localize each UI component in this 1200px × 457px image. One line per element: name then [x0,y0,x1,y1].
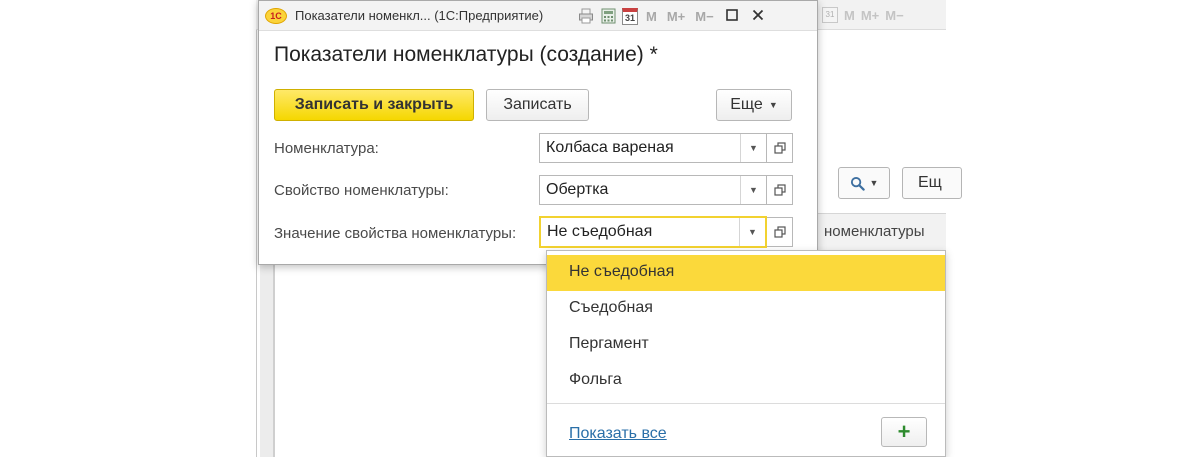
maximize-button[interactable] [719,8,745,25]
open-window-icon [773,142,786,154]
dropdown-item-parchment[interactable]: Пергамент [547,327,945,363]
more-button-label: Еще [730,96,763,113]
chevron-down-icon: ▼ [869,178,879,188]
calendar-icon[interactable]: 31 [619,6,641,26]
more-button[interactable]: Еще ▼ [716,89,792,121]
memory-m-button[interactable]: M [646,9,657,24]
plus-icon: + [897,419,911,444]
chevron-down-icon: ▼ [749,143,758,153]
background-more-button[interactable]: Ещ [902,167,962,199]
search-icon [850,176,865,191]
nomenclature-open-button[interactable] [767,133,793,163]
memory-mplus-label[interactable]: M+ [861,8,879,23]
property-field[interactable]: Обертка ▼ [539,175,767,205]
background-left-strip [260,265,274,457]
dropdown-item-foil[interactable]: Фольга [547,363,945,399]
property-value-label: Значение свойства номенклатуры: [274,225,517,242]
search-button[interactable]: ▼ [838,167,890,199]
dropdown-divider [547,403,945,404]
save-and-close-button[interactable]: Записать и закрыть [274,89,474,121]
add-value-button[interactable]: + [881,417,927,447]
property-value-value: Не съедобная [547,223,653,240]
app-logo: 1С [265,8,287,24]
property-label: Свойство номенклатуры: [274,182,449,199]
form-title: Показатели номенклатуры (создание) * [274,43,658,66]
memory-mminus-button[interactable]: M− [695,9,713,24]
background-title-icons: 31 M M+ M− [822,6,904,24]
show-all-link[interactable]: Показать все [569,425,667,443]
close-button[interactable] [745,8,771,25]
property-value-field[interactable]: Не съедобная ▼ [539,216,767,248]
memory-mminus-label[interactable]: M− [885,8,903,23]
calculator-icon[interactable] [597,6,619,26]
maximize-icon [725,8,738,21]
property-open-button[interactable] [767,175,793,205]
print-icon[interactable] [575,6,597,26]
memory-mplus-button[interactable]: M+ [667,9,685,24]
window-title: Показатели номенкл... (1С:Предприятие) [295,8,544,23]
column-header[interactable]: номенклатуры [818,213,946,251]
property-dropdown-button[interactable]: ▼ [740,176,766,204]
nomenclature-dropdown-button[interactable]: ▼ [740,134,766,162]
open-window-icon [773,226,786,238]
dialog-titlebar: 1С Показатели номенкл... (1С:Предприятие… [259,1,817,31]
chevron-down-icon: ▼ [768,100,778,110]
nomenclature-field[interactable]: Колбаса вареная ▼ [539,133,767,163]
nomenclature-label: Номенклатура: [274,140,379,157]
calendar-day-label: 31 [622,7,638,25]
save-button[interactable]: Записать [486,89,589,121]
chevron-down-icon: ▼ [748,227,757,237]
dialog-window: 1С Показатели номенкл... (1С:Предприятие… [258,0,818,265]
titlebar-toolbar: 31 M M+ M− [575,6,771,26]
calendar-icon[interactable]: 31 [822,7,838,23]
property-value-open-button[interactable] [767,217,793,247]
property-value-dropdown-button[interactable]: ▼ [739,218,765,246]
property-value: Обертка [546,181,609,198]
nomenclature-value: Колбаса вареная [546,139,674,156]
dropdown-item-not-edible[interactable]: Не съедобная [547,255,945,291]
close-icon [752,9,763,20]
memory-m-label[interactable]: M [844,8,855,23]
value-dropdown-list: Не съедобная Съедобная Пергамент Фольга … [546,250,946,457]
chevron-down-icon: ▼ [749,185,758,195]
open-window-icon [773,184,786,196]
dropdown-item-edible[interactable]: Съедобная [547,291,945,327]
